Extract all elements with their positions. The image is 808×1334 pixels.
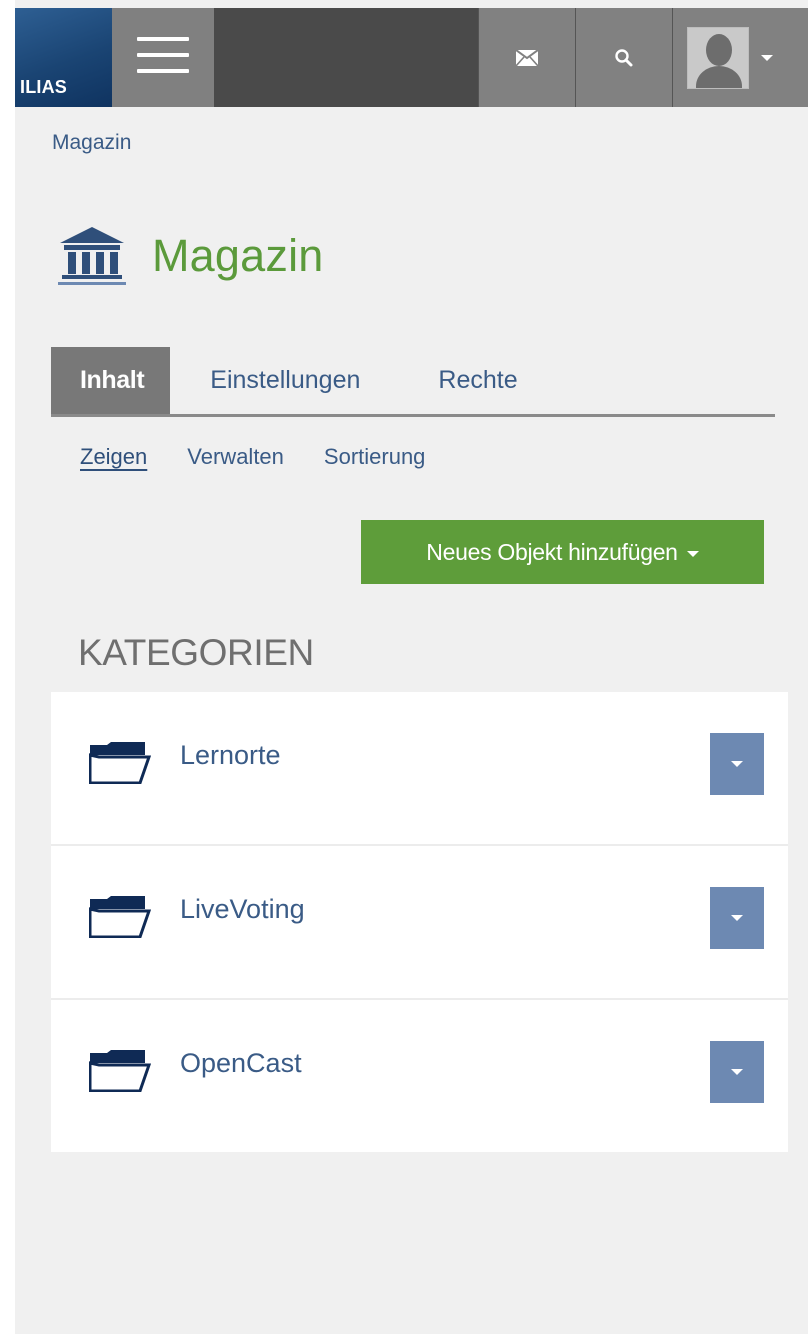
add-new-object-label: Neues Objekt hinzufügen bbox=[426, 538, 678, 565]
logo-text: ILIAS bbox=[20, 77, 68, 97]
add-new-object-button[interactable]: Neues Objekt hinzufügen bbox=[361, 520, 764, 584]
category-list: Lernorte LiveVoting OpenCast bbox=[51, 692, 788, 1152]
chevron-down-icon bbox=[731, 761, 743, 767]
top-bar: ILIAS bbox=[15, 8, 808, 107]
subtab-bar: Zeigen Verwalten Sortierung bbox=[80, 444, 465, 470]
bank-icon bbox=[58, 227, 126, 285]
subtab-verwalten[interactable]: Verwalten bbox=[187, 444, 284, 470]
subtab-sortierung[interactable]: Sortierung bbox=[324, 444, 426, 470]
category-title[interactable]: LiveVoting bbox=[180, 894, 305, 925]
search-button[interactable] bbox=[575, 8, 672, 107]
mail-icon bbox=[516, 49, 538, 66]
chevron-down-icon bbox=[731, 1069, 743, 1075]
list-item: OpenCast bbox=[51, 1000, 788, 1152]
subtab-zeigen[interactable]: Zeigen bbox=[80, 444, 147, 470]
mail-button[interactable] bbox=[478, 8, 575, 107]
page-header: Magazin bbox=[58, 225, 324, 287]
chevron-down-icon bbox=[731, 915, 743, 921]
category-title[interactable]: Lernorte bbox=[180, 740, 281, 771]
page-title: Magazin bbox=[152, 230, 324, 281]
search-icon bbox=[615, 48, 633, 66]
section-title: KATEGORIEN bbox=[78, 632, 314, 673]
tab-rechte[interactable]: Rechte bbox=[360, 347, 517, 414]
folder-icon bbox=[89, 742, 151, 784]
item-actions-dropdown[interactable] bbox=[710, 1041, 764, 1103]
hamburger-icon bbox=[137, 36, 189, 73]
top-bar-spacer bbox=[214, 8, 478, 107]
breadcrumb[interactable]: Magazin bbox=[52, 131, 131, 155]
tab-inhalt[interactable]: Inhalt bbox=[51, 347, 171, 414]
user-menu-button[interactable] bbox=[672, 8, 808, 107]
item-actions-dropdown[interactable] bbox=[710, 887, 764, 949]
folder-icon bbox=[89, 896, 151, 938]
chevron-down-icon bbox=[686, 550, 699, 557]
chevron-down-icon bbox=[761, 54, 773, 61]
tab-einstellungen[interactable]: Einstellungen bbox=[170, 347, 360, 414]
folder-icon bbox=[89, 1050, 151, 1092]
list-item: Lernorte bbox=[51, 692, 788, 846]
category-title[interactable]: OpenCast bbox=[180, 1048, 302, 1079]
tab-bar: Inhalt Einstellungen Rechte bbox=[51, 347, 775, 417]
main-menu-button[interactable] bbox=[112, 8, 214, 107]
item-actions-dropdown[interactable] bbox=[710, 733, 764, 795]
ilias-logo[interactable]: ILIAS bbox=[15, 8, 112, 107]
user-avatar-icon bbox=[687, 26, 749, 89]
list-item: LiveVoting bbox=[51, 846, 788, 1000]
left-edge bbox=[0, 0, 15, 1334]
